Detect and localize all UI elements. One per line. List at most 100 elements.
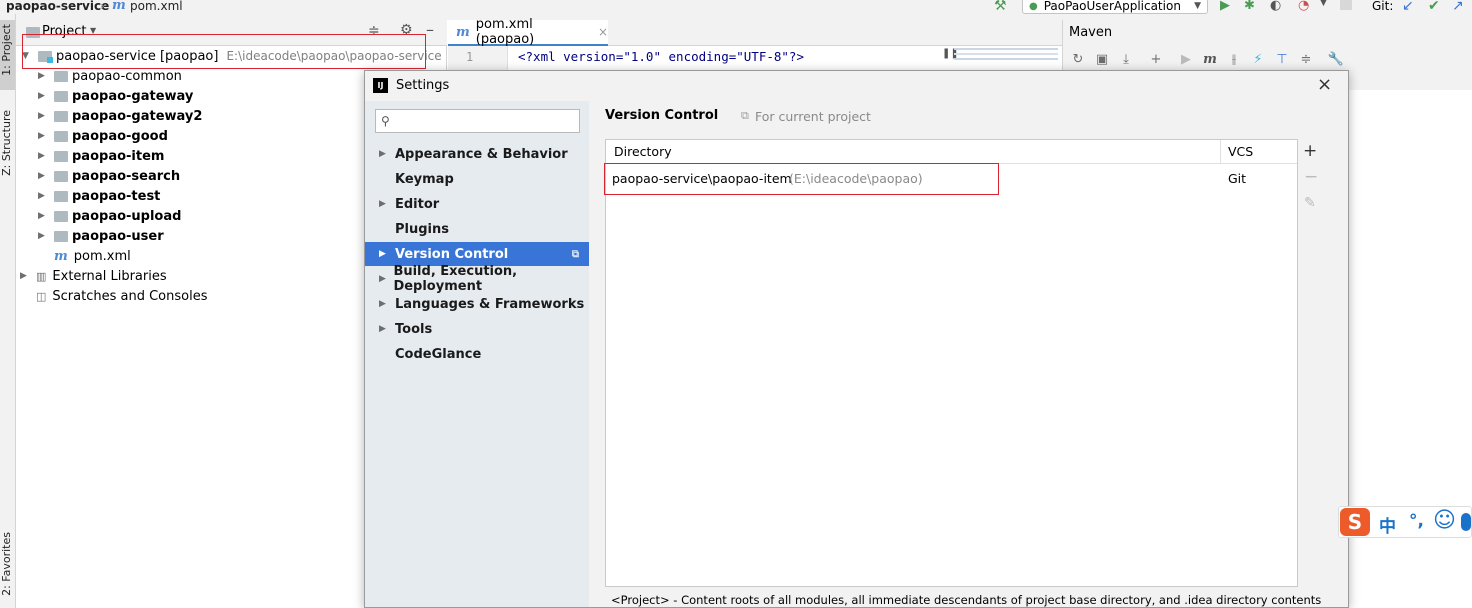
collapsed-arrow-icon[interactable]: ▶ — [38, 131, 48, 141]
debug-icon[interactable]: ✱ — [1244, 0, 1255, 13]
search-field[interactable] — [393, 114, 564, 128]
reload-icon[interactable]: ↻ — [1069, 51, 1087, 69]
settings-nav: ⚲ ▶ Appearance & Behavior Keymap ▶ Editor Plu… — [365, 101, 589, 607]
tree-item-external-libraries[interactable]: ▶ ▥ External Libraries — [20, 266, 167, 286]
emoji-icon[interactable]: ☺ — [1433, 508, 1456, 533]
settings-nav-item[interactable]: Keymap — [365, 167, 589, 191]
tree-item-module[interactable]: ▶ paopao-search — [38, 166, 180, 186]
toggle-offline-icon[interactable]: ⫲ — [1225, 51, 1243, 69]
profile-dropdown-icon[interactable]: ▼ — [1320, 0, 1327, 8]
tree-item-label: paopao-user — [72, 228, 164, 244]
collapse-icon[interactable]: ≑ — [1297, 51, 1315, 69]
tab-structure[interactable]: Z: Structure — [0, 110, 16, 176]
tree-item-module[interactable]: ▶ paopao-common — [38, 66, 182, 86]
copy-icon: ⧉ — [741, 109, 749, 122]
sogou-logo-icon[interactable]: S — [1340, 508, 1370, 536]
tree-item-module[interactable]: ▶ paopao-gateway — [38, 86, 193, 106]
row-vcs: Git — [1228, 171, 1247, 186]
folder-icon — [54, 170, 68, 182]
collapsed-arrow-icon[interactable]: ▶ — [38, 151, 48, 161]
show-dependencies-icon[interactable]: ⊤ — [1273, 51, 1291, 69]
navigation-bar: paopao-service › m pom.xml ⚒ ● PaoPaoUse… — [0, 0, 1472, 20]
git-push-icon[interactable]: ↗ — [1452, 0, 1464, 14]
breadcrumb-file[interactable]: pom.xml — [130, 0, 183, 12]
tree-item-label: paopao-common — [72, 68, 182, 84]
collapsed-arrow-icon[interactable]: ▶ — [38, 171, 48, 181]
collapsed-arrow-icon[interactable]: ▶ — [20, 271, 30, 281]
column-vcs[interactable]: VCS — [1228, 144, 1253, 159]
run-config-select[interactable]: ● PaoPaoUserApplication ▼ — [1022, 0, 1208, 14]
close-icon[interactable]: × — [598, 25, 608, 39]
code-editor[interactable]: 1 <?xml version="1.0" encoding="UTF-8"?>… — [448, 46, 1062, 70]
settings-search-input[interactable]: ⚲ — [375, 109, 580, 133]
collapsed-arrow-icon[interactable]: ▶ — [38, 91, 48, 101]
tree-item-module[interactable]: ▶ paopao-good — [38, 126, 168, 146]
settings-nav-label: Build, Execution, Deployment — [393, 264, 518, 294]
run-config-label: PaoPaoUserApplication — [1043, 0, 1181, 13]
settings-nav-item[interactable]: CodeGlance — [365, 342, 589, 366]
settings-nav-item[interactable]: ▶ Version Control ⧉ — [365, 242, 589, 266]
settings-nav-item[interactable]: ▶ Tools — [365, 317, 589, 341]
collapsed-arrow-icon[interactable]: ▶ — [38, 231, 48, 241]
settings-nav-item[interactable]: ▶ Editor — [365, 192, 589, 216]
folder-icon — [54, 150, 68, 162]
ime-language[interactable]: 中 — [1379, 512, 1396, 537]
coverage-icon[interactable]: ◐ — [1270, 0, 1281, 13]
tab-project[interactable]: 1: Project — [0, 24, 16, 76]
settings-nav-label: Plugins — [395, 221, 449, 237]
generate-sources-icon[interactable]: ▣ — [1093, 51, 1111, 69]
collapsed-arrow-icon: ▶ — [379, 149, 386, 159]
edit-mapping-icon[interactable]: ✎ — [1304, 195, 1316, 211]
spring-icon: ● — [1029, 0, 1038, 12]
column-directory[interactable]: Directory — [614, 144, 672, 159]
editor-tab-bar: m pom.xml (paopao) × — [448, 17, 1062, 47]
code-minimap[interactable] — [954, 48, 1058, 62]
tab-favorites[interactable]: 2: Favorites — [0, 532, 16, 596]
git-commit-icon[interactable]: ✔ — [1428, 0, 1440, 14]
tree-item-module[interactable]: ▶ paopao-gateway2 — [38, 106, 202, 126]
breadcrumb-chevron-icon: › — [100, 0, 105, 13]
tree-item-pom[interactable]: m pom.xml — [54, 246, 131, 266]
tree-item-module[interactable]: ▶ paopao-test — [38, 186, 160, 206]
collapsed-arrow-icon: ▶ — [379, 274, 386, 284]
tab-pom-xml[interactable]: m pom.xml (paopao) × — [448, 17, 608, 47]
hammer-icon[interactable]: ⚒ — [994, 0, 1007, 14]
close-icon[interactable]: × — [1317, 74, 1332, 95]
microphone-icon[interactable] — [1461, 513, 1471, 531]
skip-tests-icon[interactable]: ⚡ — [1249, 51, 1267, 69]
execute-goal-icon[interactable]: m — [1201, 51, 1219, 69]
tree-item-module[interactable]: ▶ paopao-user — [38, 226, 164, 246]
ime-punctuation[interactable]: °, — [1409, 511, 1424, 531]
collapsed-arrow-icon[interactable]: ▶ — [38, 191, 48, 201]
settings-nav-item[interactable]: ▶ Languages & Frameworks — [365, 292, 589, 316]
settings-nav-item[interactable]: Plugins — [365, 217, 589, 241]
settings-nav-label: CodeGlance — [395, 346, 482, 362]
settings-nav-label: Languages & Frameworks — [395, 296, 585, 312]
run-icon[interactable]: ▶ — [1220, 0, 1230, 13]
line-number: 1 — [466, 50, 474, 64]
folder-icon — [54, 70, 68, 82]
settings-nav-item[interactable]: ▶ Build, Execution, Deployment — [365, 264, 589, 294]
tree-item-module[interactable]: ▶ paopao-upload — [38, 206, 181, 226]
tree-item-module[interactable]: ▶ paopao-item — [38, 146, 164, 166]
remove-mapping-icon[interactable]: − — [1304, 167, 1318, 187]
download-icon[interactable]: ⤓ — [1117, 51, 1135, 69]
collapsed-arrow-icon[interactable]: ▶ — [38, 211, 48, 221]
collapsed-arrow-icon[interactable]: ▶ — [38, 71, 48, 81]
tree-item-label: paopao-good — [72, 128, 168, 144]
breadcrumb-project[interactable]: paopao-service — [6, 0, 109, 14]
collapsed-arrow-icon: ▶ — [379, 249, 386, 259]
tree-item-scratches[interactable]: ◫ Scratches and Consoles — [36, 286, 207, 306]
collapsed-arrow-icon[interactable]: ▶ — [38, 111, 48, 121]
stop-icon[interactable] — [1340, 0, 1352, 10]
settings-nav-item[interactable]: ▶ Appearance & Behavior — [365, 142, 589, 166]
run-icon[interactable]: ▶ — [1177, 51, 1195, 69]
hide-panel-icon[interactable]: – — [426, 20, 434, 39]
git-update-icon[interactable]: ↙ — [1402, 0, 1414, 14]
add-mapping-icon[interactable]: + — [1303, 141, 1317, 161]
ime-toolbar: S 中 °, ☺ — [1338, 506, 1472, 538]
wrench-icon[interactable]: 🔧 — [1327, 51, 1345, 69]
profile-icon[interactable]: ◔ — [1298, 0, 1309, 13]
add-icon[interactable]: + — [1147, 51, 1165, 69]
dialog-title: Settings — [396, 78, 450, 93]
